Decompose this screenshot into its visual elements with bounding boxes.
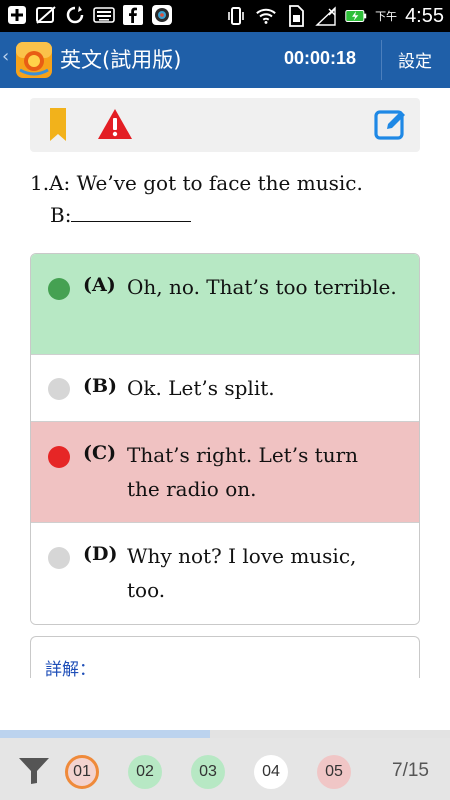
notification-icons	[6, 4, 173, 26]
facebook-icon	[122, 4, 144, 26]
warning-icon[interactable]	[96, 107, 134, 145]
status-bar: 下午 4:55	[0, 0, 450, 32]
progress-fill	[0, 730, 210, 738]
question-text: 1.A: We’ve got to face the music. B:	[30, 167, 430, 231]
status-time: 4:55	[405, 4, 444, 27]
sim-icon	[285, 5, 307, 27]
camera-app-icon	[151, 4, 173, 26]
option-key: (A)	[83, 274, 116, 296]
keyboard-icon	[93, 4, 115, 26]
vibrate-icon	[225, 5, 247, 27]
page-count: 7/15	[392, 760, 429, 781]
system-icons: 下午 4:55	[225, 0, 444, 32]
option-key: (C)	[83, 442, 117, 464]
question-number-03[interactable]: 03	[191, 755, 225, 789]
add-icon	[6, 4, 28, 26]
divider	[381, 40, 382, 80]
question-line-a: 1.A: We’ve got to face the music.	[30, 171, 363, 195]
question-b-prefix: B:	[50, 203, 72, 227]
page-title: 英文(試用版)	[60, 48, 182, 72]
progress-bar	[0, 730, 450, 738]
wrong-indicator-icon	[48, 446, 70, 468]
radio-indicator-icon	[48, 378, 70, 400]
content-fade	[0, 678, 450, 730]
wifi-icon	[255, 5, 277, 27]
settings-button[interactable]: 設定	[398, 47, 432, 72]
question-number-04[interactable]: 04	[254, 755, 288, 789]
option-text: Ok. Let’s split.	[127, 376, 275, 400]
app-logo-icon[interactable]	[14, 40, 54, 80]
bottom-bar: 01 02 03 04 05 7/15	[0, 738, 450, 800]
question-number-02[interactable]: 02	[128, 755, 162, 789]
option-a[interactable]: (A) Oh, no. That’s too terrible.	[31, 254, 419, 355]
question-line-b: B:	[30, 199, 430, 231]
filter-icon[interactable]	[18, 757, 50, 789]
option-text: Why not? I love music, too.	[127, 544, 357, 602]
no-sim-icon	[35, 4, 57, 26]
option-text: That’s right. Let’s turn the radio on.	[127, 443, 359, 501]
option-key: (B)	[83, 375, 118, 397]
status-ampm: 下午	[375, 10, 398, 23]
radio-indicator-icon	[48, 547, 70, 569]
sync-icon	[64, 4, 86, 26]
question-toolbar	[30, 98, 420, 152]
question-number-01[interactable]: 01	[65, 755, 99, 789]
option-d[interactable]: (D) Why not? I love music, too.	[31, 523, 419, 624]
option-key: (D)	[83, 543, 118, 565]
option-b[interactable]: (B) Ok. Let’s split.	[31, 355, 419, 422]
back-icon[interactable]: ‹	[2, 46, 9, 67]
answer-options: (A) Oh, no. That’s too terrible. (B) Ok.…	[30, 253, 420, 625]
bookmark-icon[interactable]	[48, 108, 68, 146]
option-c[interactable]: (C) That’s right. Let’s turn the radio o…	[31, 422, 419, 523]
timer: 00:00:18	[284, 48, 357, 68]
edit-icon[interactable]	[374, 107, 408, 145]
signal-icon	[315, 5, 337, 27]
battery-charging-icon	[345, 5, 367, 27]
answer-blank	[71, 200, 192, 222]
correct-indicator-icon	[48, 278, 70, 300]
question-number-05[interactable]: 05	[317, 755, 351, 789]
option-text: Oh, no. That’s too terrible.	[127, 275, 397, 299]
app-bar: ‹ 英文(試用版) 00:00:18 設定	[0, 32, 450, 88]
explanation-label: 詳解：	[45, 660, 96, 680]
